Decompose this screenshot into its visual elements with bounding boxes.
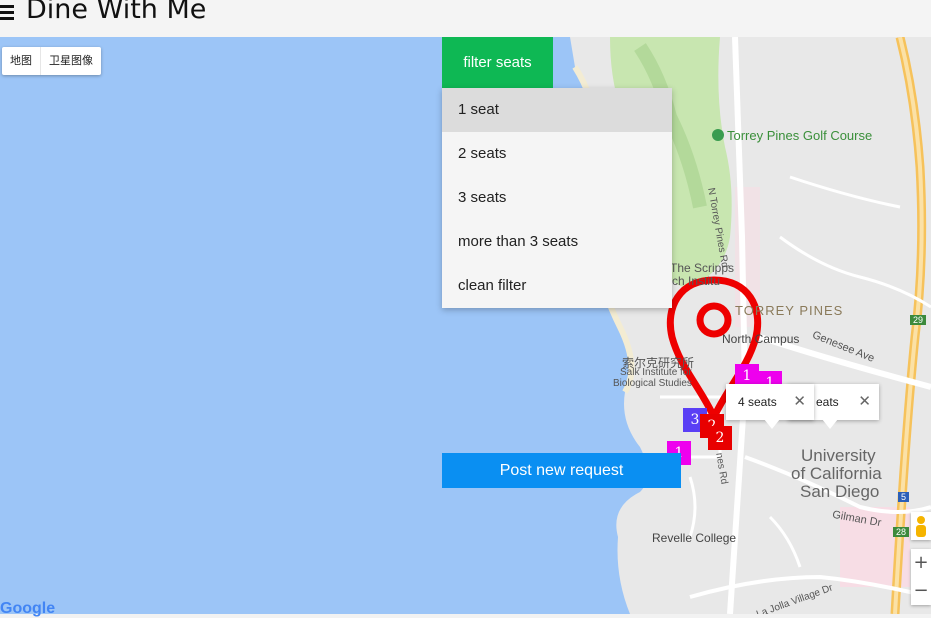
zoom-control[interactable]: + − xyxy=(911,549,931,605)
ucsd-label-2: of California xyxy=(791,464,882,483)
golf-icon xyxy=(712,129,724,141)
filter-option[interactable]: more than 3 seats xyxy=(442,220,672,264)
filter-option[interactable]: 1 seat xyxy=(442,88,672,132)
salk-english-label-1: Salk Institute for xyxy=(620,367,692,378)
zoom-out-button[interactable]: − xyxy=(911,577,931,605)
highway-5-shield: 5 xyxy=(898,492,910,502)
info-window-text: 4 seats xyxy=(738,395,777,409)
map-type-control[interactable]: 地图 卫星图像 xyxy=(2,47,101,75)
zoom-in-button[interactable]: + xyxy=(911,549,931,577)
torrey-pines-area-label: TORREY PINES xyxy=(735,303,844,318)
map-type-map-button[interactable]: 地图 xyxy=(2,47,40,75)
filter-option[interactable]: 3 seats xyxy=(442,176,672,220)
highway-29-shield: 29 xyxy=(910,315,927,325)
ucsd-label-3: San Diego xyxy=(800,482,880,501)
filter-seats-button[interactable]: filter seats xyxy=(442,37,553,88)
scripps-label-2: ch Institu xyxy=(672,274,721,288)
close-icon[interactable]: ✕ xyxy=(858,384,871,420)
close-icon[interactable]: ✕ xyxy=(793,384,806,420)
salk-english-label-2: Biological Studies xyxy=(613,378,692,389)
scripps-label: The Scripps xyxy=(670,261,735,275)
post-new-request-button[interactable]: Post new request xyxy=(442,453,681,488)
seat-marker[interactable]: 2 xyxy=(708,426,732,450)
street-view-pegman-icon[interactable] xyxy=(911,512,931,540)
info-window[interactable]: 4 seats ✕ xyxy=(726,384,814,429)
app-header: Dine With Me xyxy=(0,0,931,37)
filter-option[interactable]: clean filter xyxy=(442,264,672,308)
revelle-college-label: Revelle College xyxy=(652,531,737,545)
ucsd-label-1: University xyxy=(801,446,876,465)
app-title: Dine With Me xyxy=(26,0,207,25)
filter-dropdown: 1 seat 2 seats 3 seats more than 3 seats… xyxy=(442,88,672,308)
map-type-satellite-button[interactable]: 卫星图像 xyxy=(40,47,101,75)
filter-option[interactable]: 2 seats xyxy=(442,132,672,176)
highway-28-shield: 28 xyxy=(893,527,910,537)
hamburger-menu-icon[interactable] xyxy=(0,5,14,20)
golf-course-label: Torrey Pines Golf Course xyxy=(712,128,872,143)
google-logo: Google xyxy=(0,600,56,617)
north-campus-label: North Campus xyxy=(722,332,800,346)
